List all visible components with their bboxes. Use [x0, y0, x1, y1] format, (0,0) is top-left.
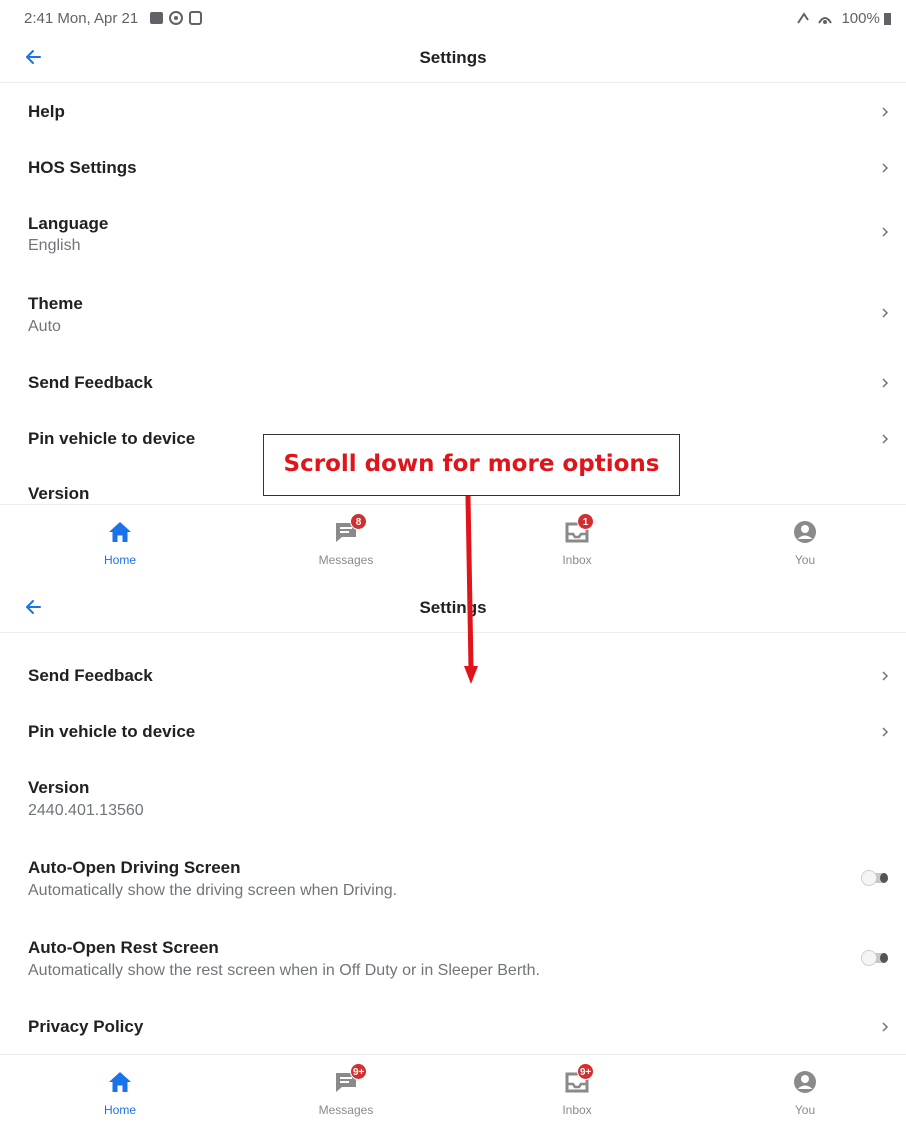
- page-title: Settings: [419, 598, 487, 617]
- settings-row-theme[interactable]: Theme Auto: [0, 278, 906, 354]
- tab-label: Inbox: [562, 1103, 592, 1117]
- row-label: Privacy Policy: [28, 1017, 144, 1036]
- status-right: 100%: [797, 10, 892, 27]
- row-label: Language: [28, 214, 109, 233]
- annotation-text: Scroll down for more options: [283, 451, 660, 477]
- tab-label: Home: [103, 553, 136, 567]
- bottom-tab-bar: Home 9+ Messages 9+ Inbox You: [0, 1054, 906, 1119]
- account-icon: [794, 521, 816, 543]
- signal-icons: [797, 12, 833, 24]
- chevron-right-icon: [882, 308, 889, 318]
- chevron-right-icon: [882, 671, 889, 681]
- tab-you[interactable]: You: [692, 505, 906, 577]
- row-label: Help: [28, 102, 65, 121]
- status-bar: 2:41 Mon, Apr 21 100%: [0, 0, 906, 36]
- status-time-date: 2:41 Mon, Apr 21: [24, 10, 139, 27]
- settings-row-help[interactable]: Help: [0, 84, 906, 138]
- inbox-badge: 1: [577, 513, 594, 530]
- inbox-badge: 9+: [577, 1063, 595, 1080]
- chevron-right-icon: [882, 1022, 889, 1032]
- chevron-right-icon: [882, 227, 889, 237]
- tab-label: Home: [103, 1103, 136, 1117]
- row-label: HOS Settings: [28, 158, 137, 177]
- settings-row-language[interactable]: Language English: [0, 198, 906, 274]
- bottom-app-bar: Settings: [0, 586, 906, 633]
- row-label: Auto-Open Driving Screen: [28, 858, 241, 877]
- chevron-right-icon: [882, 163, 889, 173]
- settings-row-pin-vehicle[interactable]: Pin vehicle to device: [0, 704, 906, 758]
- chevron-right-icon: [882, 727, 889, 737]
- tab-label: You: [794, 1103, 816, 1117]
- battery-icon: [884, 13, 891, 25]
- auto-open-rest-toggle[interactable]: [860, 950, 890, 966]
- bottom-tab-bar: Home 8 Messages 1 Inbox You: [0, 504, 906, 577]
- row-label: Send Feedback: [28, 373, 153, 392]
- row-label: Auto-Open Rest Screen: [28, 938, 219, 957]
- messages-badge: 9+: [350, 1063, 368, 1080]
- tab-label: You: [794, 553, 816, 567]
- home-icon: [109, 522, 131, 542]
- tab-home[interactable]: Home: [7, 1055, 233, 1127]
- tab-home[interactable]: Home: [7, 505, 233, 577]
- tab-label: Inbox: [562, 553, 592, 567]
- settings-row-send-feedback[interactable]: Send Feedback: [0, 648, 906, 702]
- settings-row-send-feedback[interactable]: Send Feedback: [0, 356, 906, 410]
- row-label: Pin vehicle to device: [28, 722, 196, 741]
- tab-messages[interactable]: 9+ Messages: [233, 1055, 459, 1127]
- settings-row-privacy-policy[interactable]: Privacy Policy: [0, 1000, 906, 1054]
- auto-open-driving-toggle[interactable]: [860, 870, 890, 886]
- row-label: Version: [28, 484, 90, 503]
- chevron-right-icon: [882, 434, 889, 444]
- account-icon: [794, 1071, 816, 1093]
- battery-text: 100%: [841, 10, 880, 27]
- tab-inbox[interactable]: 1 Inbox: [464, 505, 690, 577]
- scroll-down-arrow-icon: [464, 496, 478, 684]
- version-number: 2440.401.13560: [28, 802, 144, 819]
- row-label: Theme: [28, 294, 83, 313]
- row-label: Send Feedback: [28, 666, 153, 685]
- row-description: Automatically show the driving screen wh…: [28, 882, 398, 899]
- home-icon: [109, 1072, 131, 1092]
- annotation-callout: Scroll down for more options: [263, 434, 680, 496]
- tab-inbox[interactable]: 9+ Inbox: [464, 1055, 690, 1127]
- tab-messages[interactable]: 8 Messages: [233, 505, 459, 577]
- notification-icons: [150, 11, 203, 25]
- settings-row-version: Version 2440.401.13560: [0, 762, 906, 838]
- row-label: Version: [28, 778, 90, 797]
- tab-label: Messages: [318, 553, 374, 567]
- settings-row-auto-open-driving: Auto-Open Driving Screen Automatically s…: [0, 842, 906, 918]
- row-value: Auto: [28, 318, 61, 335]
- settings-row-hos-settings[interactable]: HOS Settings: [0, 140, 906, 194]
- settings-row-auto-open-rest: Auto-Open Rest Screen Automatically show…: [0, 922, 906, 998]
- row-label: Pin vehicle to device: [28, 429, 196, 448]
- chevron-right-icon: [882, 378, 889, 388]
- row-description: Automatically show the rest screen when …: [28, 962, 540, 979]
- row-value: English: [28, 237, 81, 254]
- page-title: Settings: [419, 48, 487, 67]
- tab-you[interactable]: You: [692, 1055, 906, 1127]
- tab-label: Messages: [318, 1103, 374, 1117]
- chevron-right-icon: [882, 107, 889, 117]
- messages-badge: 8: [350, 513, 367, 530]
- top-app-bar: Settings: [0, 36, 906, 83]
- status-time: 2:41 Mon, Apr 21: [24, 10, 206, 27]
